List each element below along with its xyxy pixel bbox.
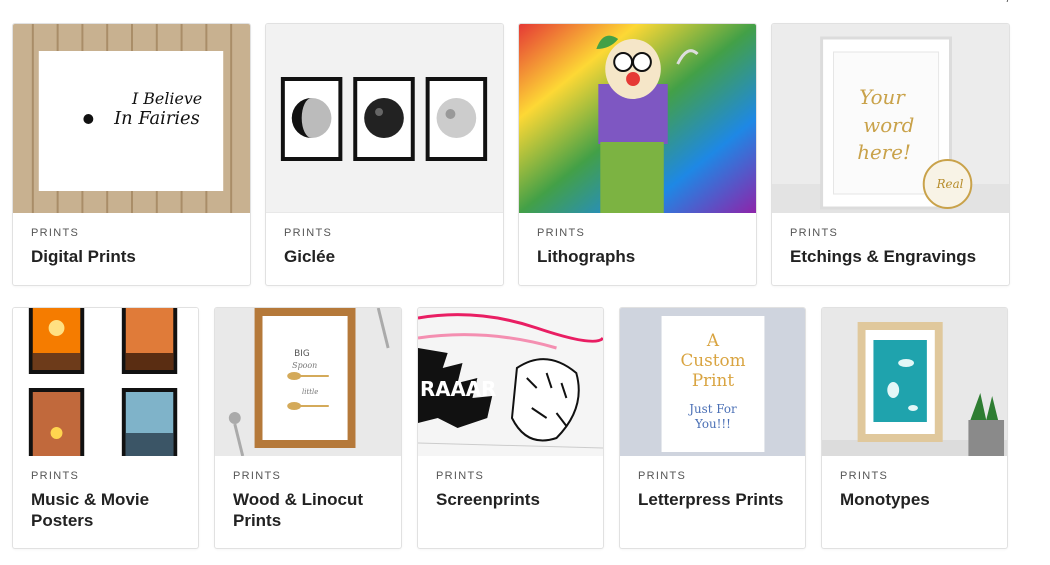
- screenprints-image: RAAAR: [418, 308, 603, 456]
- category-title: Letterpress Prints: [638, 490, 784, 509]
- category-title: Screenprints: [436, 490, 540, 509]
- etchings-engravings-image: Your word here! Real: [772, 24, 1009, 213]
- category-card-wood-linocut-prints[interactable]: BIG Spoon little PRINTS Wood & Linocut P…: [214, 307, 402, 549]
- svg-text:word: word: [863, 114, 914, 137]
- svg-text:In Fairies: In Fairies: [113, 108, 200, 129]
- music-movie-posters-image: [13, 308, 198, 456]
- svg-text:Print: Print: [692, 370, 734, 390]
- category-kicker: PRINTS: [790, 227, 839, 239]
- category-title: Digital Prints: [31, 247, 136, 266]
- category-kicker: PRINTS: [537, 227, 586, 239]
- svg-text:Your: Your: [859, 86, 906, 109]
- category-title: Wood & Linocut Prints: [233, 490, 363, 530]
- svg-text:I Believe: I Believe: [131, 89, 202, 108]
- category-card-letterpress-prints[interactable]: A Custom Print Just For You!!! PRINTS Le…: [619, 307, 806, 549]
- svg-text:Just For: Just For: [688, 402, 737, 416]
- category-kicker: PRINTS: [436, 470, 485, 482]
- category-kicker: PRINTS: [233, 470, 282, 482]
- category-card-screenprints[interactable]: RAAAR PRINTS Screenprints: [417, 307, 604, 549]
- wood-linocut-prints-image: BIG Spoon little: [215, 308, 401, 456]
- svg-text:little: little: [302, 388, 318, 396]
- svg-text:Real: Real: [936, 177, 964, 191]
- letterpress-prints-image: A Custom Print Just For You!!!: [620, 308, 805, 456]
- category-card-giclee[interactable]: PRINTS Giclée: [265, 23, 504, 286]
- category-kicker: PRINTS: [840, 470, 889, 482]
- svg-text:RAAAR: RAAAR: [420, 378, 496, 401]
- category-kicker: PRINTS: [284, 227, 333, 239]
- svg-text:You!!!: You!!!: [694, 417, 731, 431]
- category-kicker: PRINTS: [638, 470, 687, 482]
- category-card-digital-prints[interactable]: I Believe In Fairies PRINTS Digital Prin…: [12, 23, 251, 286]
- svg-text:A: A: [706, 330, 720, 350]
- category-card-music-movie-posters[interactable]: PRINTS Music & Movie Posters: [12, 307, 199, 549]
- lithographs-image: [519, 24, 756, 213]
- svg-text:Custom: Custom: [680, 350, 745, 370]
- monotypes-image: [822, 308, 1007, 456]
- page-cutoff-text: /: [1007, 0, 1010, 5]
- category-kicker: PRINTS: [31, 470, 80, 482]
- giclee-image: [266, 24, 503, 213]
- category-title: Etchings & Engravings: [790, 247, 977, 266]
- svg-text:Spoon: Spoon: [292, 361, 317, 370]
- digital-prints-image: I Believe In Fairies: [13, 24, 250, 213]
- category-title: Music & Movie Posters: [31, 490, 150, 530]
- category-title: Monotypes: [840, 490, 930, 509]
- category-row-1: I Believe In Fairies PRINTS Digital Prin…: [12, 23, 1010, 286]
- svg-text:here!: here!: [857, 141, 911, 164]
- category-card-lithographs[interactable]: PRINTS Lithographs: [518, 23, 757, 286]
- category-title: Giclée: [284, 247, 336, 266]
- category-card-monotypes[interactable]: PRINTS Monotypes: [821, 307, 1008, 549]
- category-card-etchings-engravings[interactable]: Your word here! Real PRINTS Etchings & E…: [771, 23, 1010, 286]
- svg-text:BIG: BIG: [294, 349, 310, 359]
- category-row-2: PRINTS Music & Movie Posters BIG Spoon l…: [12, 307, 1008, 549]
- category-kicker: PRINTS: [31, 227, 80, 239]
- category-title: Lithographs: [537, 247, 636, 266]
